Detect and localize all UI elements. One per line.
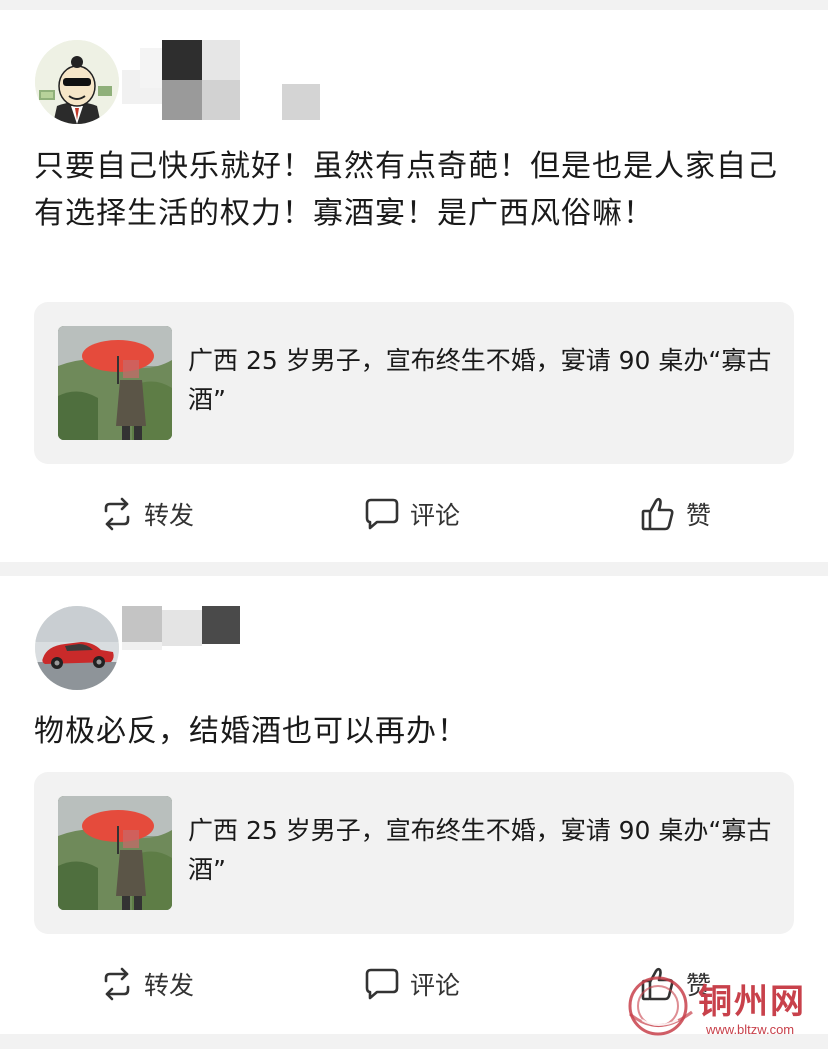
- like-label: 赞: [686, 501, 712, 530]
- avatar[interactable]: [35, 40, 119, 124]
- post-text: 物极必反，结婚酒也可以再办！: [34, 714, 468, 749]
- comment-button[interactable]: 评论: [364, 966, 460, 1002]
- comment-label: 评论: [410, 501, 461, 530]
- cartoon-avatar-image: [35, 40, 119, 124]
- repost-label: 转发: [144, 971, 195, 1000]
- post-card-1: 只要自己快乐就好！虽然有点奇葩！但是也是人家自己有选择生活的权力！寡酒宴！是广西…: [0, 10, 828, 562]
- watermark-name: 铜州网: [698, 982, 806, 1022]
- like-button[interactable]: 赞: [640, 496, 711, 532]
- avatar[interactable]: [35, 606, 119, 690]
- repost-button[interactable]: 转发: [100, 496, 194, 532]
- comment-button[interactable]: 评论: [364, 496, 460, 532]
- watermark-url: www.bltzw.com: [706, 1022, 795, 1037]
- link-thumbnail: [58, 796, 172, 910]
- photo-thumbnail-image: [58, 796, 172, 910]
- action-bar: 转发 评论 赞: [0, 484, 828, 544]
- repost-icon: [104, 967, 130, 1001]
- link-title: 广西 25 岁男子，宣布终生不婚，宴请 90 桌办“寡古酒”: [188, 816, 772, 884]
- comment-icon: [365, 968, 399, 1000]
- post-card-2: 物极必反，结婚酒也可以再办！ 广西 25 岁男子，宣布终生不婚，宴请 90 桌办…: [0, 576, 828, 1034]
- username-blurred[interactable]: [122, 40, 332, 122]
- username-blurred[interactable]: [122, 606, 332, 688]
- link-thumbnail: [58, 326, 172, 440]
- repost-icon: [104, 497, 130, 531]
- link-card[interactable]: 广西 25 岁男子，宣布终生不婚，宴请 90 桌办“寡古酒”: [34, 302, 794, 464]
- post-text: 只要自己快乐就好！虽然有点奇葩！但是也是人家自己有选择生活的权力！寡酒宴！是广西…: [34, 149, 778, 231]
- link-title: 广西 25 岁男子，宣布终生不婚，宴请 90 桌办“寡古酒”: [188, 346, 772, 414]
- repost-button[interactable]: 转发: [100, 966, 194, 1002]
- watermark-logo-icon: [628, 976, 693, 1036]
- photo-thumbnail-image: [58, 326, 172, 440]
- comment-label: 评论: [410, 971, 461, 1000]
- site-watermark: 铜州网 www.bltzw.com: [622, 968, 822, 1046]
- thumbs-up-icon: [641, 497, 674, 531]
- link-card[interactable]: 广西 25 岁男子，宣布终生不婚，宴请 90 桌办“寡古酒”: [34, 772, 794, 934]
- comment-icon: [365, 498, 399, 530]
- repost-label: 转发: [144, 501, 195, 530]
- car-avatar-image: [35, 606, 119, 690]
